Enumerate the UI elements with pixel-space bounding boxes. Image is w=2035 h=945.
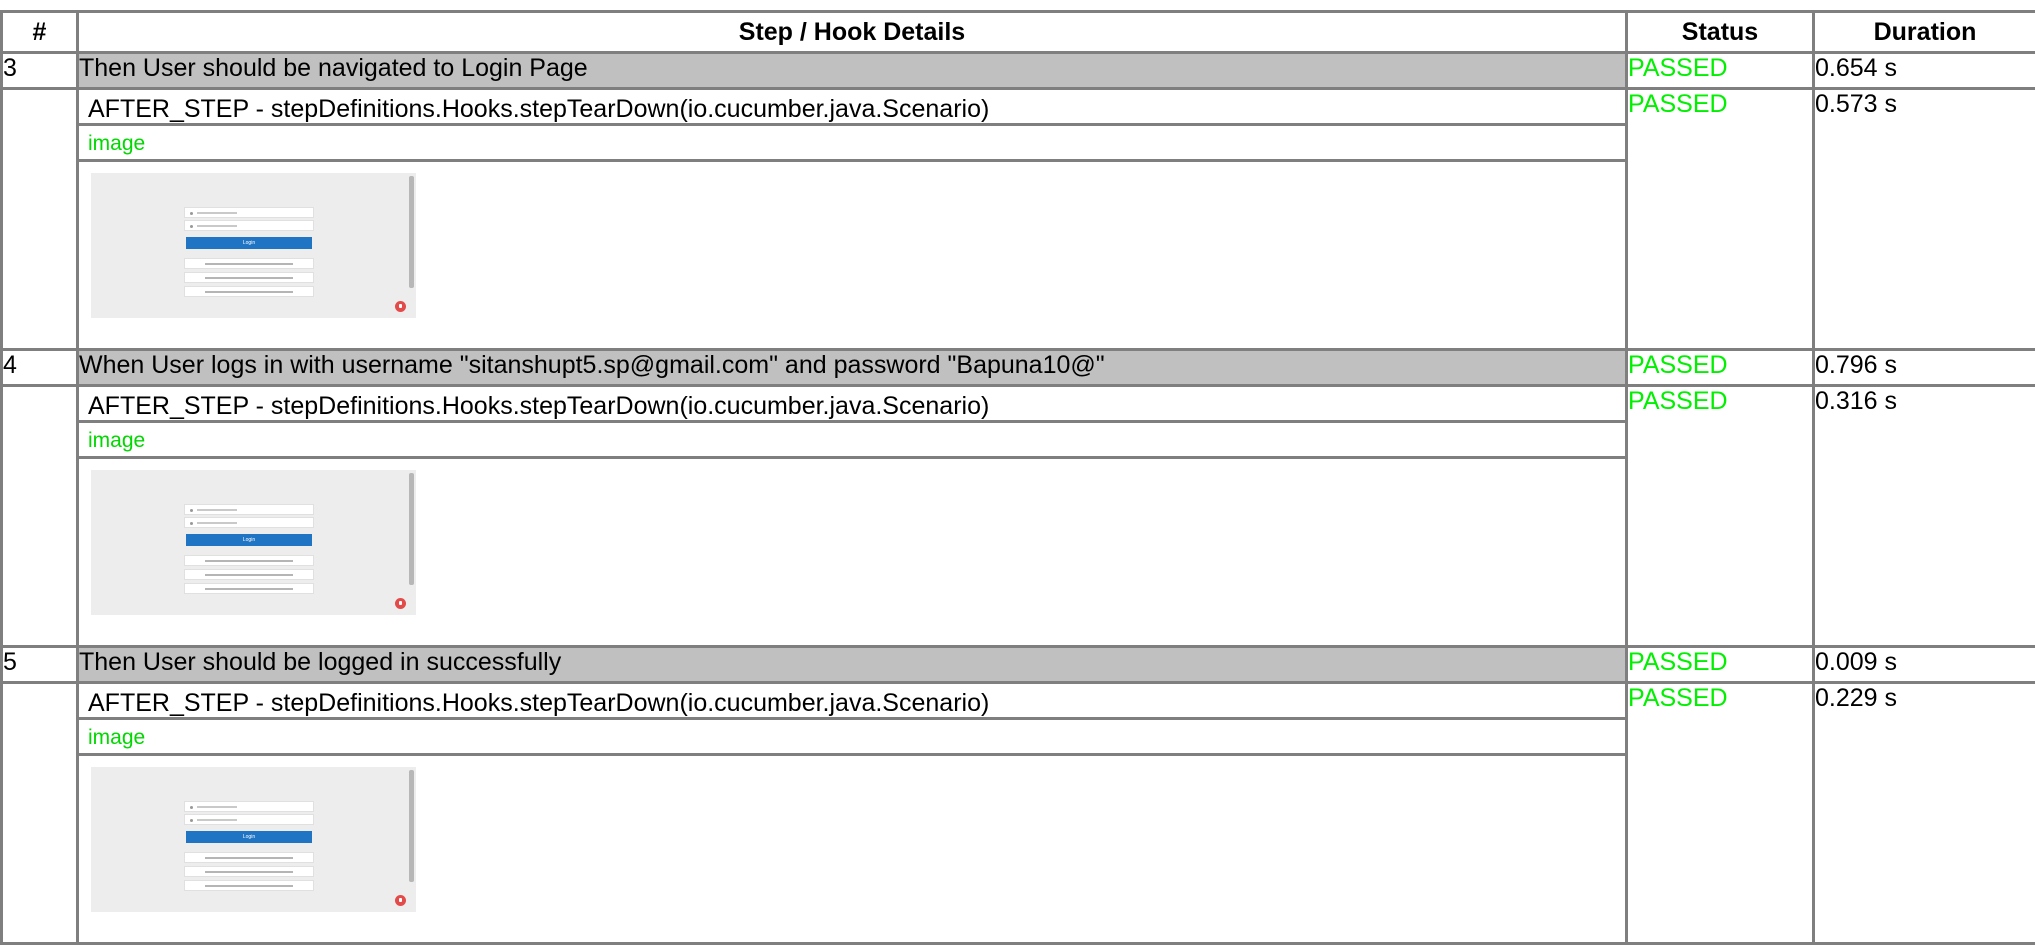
hook-details: AFTER_STEP - stepDefinitions.Hooks.stepT… <box>78 386 1627 647</box>
step-row: 4 When User logs in with username "sitan… <box>2 350 2035 386</box>
hook-row: AFTER_STEP - stepDefinitions.Hooks.stepT… <box>2 683 2035 944</box>
signup-thumb <box>184 286 314 297</box>
step-title: Then User should be navigated to Login P… <box>78 53 1627 89</box>
step-duration: 0.009 s <box>1814 647 2035 683</box>
screenshot-container: Login <box>79 756 1625 942</box>
login-button-thumb: Login <box>186 534 312 546</box>
column-header-details: Step / Hook Details <box>78 12 1627 53</box>
hook-status: PASSED <box>1627 683 1814 944</box>
screenshot-container: Login <box>79 459 1625 645</box>
forgot-password-thumb <box>184 258 314 269</box>
screenshot-container: Login <box>79 162 1625 348</box>
hook-duration: 0.573 s <box>1814 89 2035 350</box>
thumbnail-scrollbar <box>409 473 414 585</box>
step-title: Then User should be logged in successful… <box>78 647 1627 683</box>
screenshot-thumbnail[interactable]: Login <box>91 767 416 912</box>
hook-status: PASSED <box>1627 89 1814 350</box>
hook-details: AFTER_STEP - stepDefinitions.Hooks.stepT… <box>78 89 1627 350</box>
thumbnail-scrollbar <box>409 176 414 288</box>
notification-icon <box>395 895 406 906</box>
table-header-row: # Step / Hook Details Status Duration <box>2 12 2035 53</box>
signup-thumb <box>184 880 314 891</box>
step-row: 3 Then User should be navigated to Login… <box>2 53 2035 89</box>
login-button-thumb: Login <box>186 831 312 843</box>
step-status: PASSED <box>1627 53 1814 89</box>
password-field-thumb <box>184 220 314 231</box>
step-number: 5 <box>2 647 78 683</box>
step-number: 4 <box>2 350 78 386</box>
image-link[interactable]: image <box>79 423 1625 459</box>
hook-status: PASSED <box>1627 386 1814 647</box>
image-link[interactable]: image <box>79 126 1625 162</box>
hook-details: AFTER_STEP - stepDefinitions.Hooks.stepT… <box>78 683 1627 944</box>
step-row: 5 Then User should be logged in successf… <box>2 647 2035 683</box>
notification-icon <box>395 598 406 609</box>
hook-row: AFTER_STEP - stepDefinitions.Hooks.stepT… <box>2 386 2035 647</box>
screenshot-thumbnail[interactable]: Login <box>91 470 416 615</box>
step-duration: 0.796 s <box>1814 350 2035 386</box>
step-report-table: # Step / Hook Details Status Duration 3 … <box>0 10 2035 945</box>
hook-row: AFTER_STEP - stepDefinitions.Hooks.stepT… <box>2 89 2035 350</box>
hook-title: AFTER_STEP - stepDefinitions.Hooks.stepT… <box>79 90 1625 126</box>
forgot-password-thumb <box>184 555 314 566</box>
email-field-thumb <box>184 207 314 218</box>
step-duration: 0.654 s <box>1814 53 2035 89</box>
classic-login-thumb <box>184 866 314 877</box>
step-status: PASSED <box>1627 647 1814 683</box>
login-button-thumb: Login <box>186 237 312 249</box>
hook-duration: 0.229 s <box>1814 683 2035 944</box>
screenshot-thumbnail[interactable]: Login <box>91 173 416 318</box>
hook-title: AFTER_STEP - stepDefinitions.Hooks.stepT… <box>79 684 1625 720</box>
step-status: PASSED <box>1627 350 1814 386</box>
image-link[interactable]: image <box>79 720 1625 756</box>
thumbnail-scrollbar <box>409 770 414 882</box>
email-field-thumb <box>184 504 314 515</box>
signup-thumb <box>184 583 314 594</box>
hook-number-cell <box>2 683 78 944</box>
password-field-thumb <box>184 517 314 528</box>
hook-number-cell <box>2 89 78 350</box>
email-field-thumb <box>184 801 314 812</box>
step-title: When User logs in with username "sitansh… <box>78 350 1627 386</box>
notification-icon <box>395 301 406 312</box>
password-field-thumb <box>184 814 314 825</box>
step-number: 3 <box>2 53 78 89</box>
classic-login-thumb <box>184 272 314 283</box>
classic-login-thumb <box>184 569 314 580</box>
forgot-password-thumb <box>184 852 314 863</box>
column-header-duration: Duration <box>1814 12 2035 53</box>
hook-number-cell <box>2 386 78 647</box>
hook-duration: 0.316 s <box>1814 386 2035 647</box>
column-header-status: Status <box>1627 12 1814 53</box>
hook-title: AFTER_STEP - stepDefinitions.Hooks.stepT… <box>79 387 1625 423</box>
column-header-num: # <box>2 12 78 53</box>
